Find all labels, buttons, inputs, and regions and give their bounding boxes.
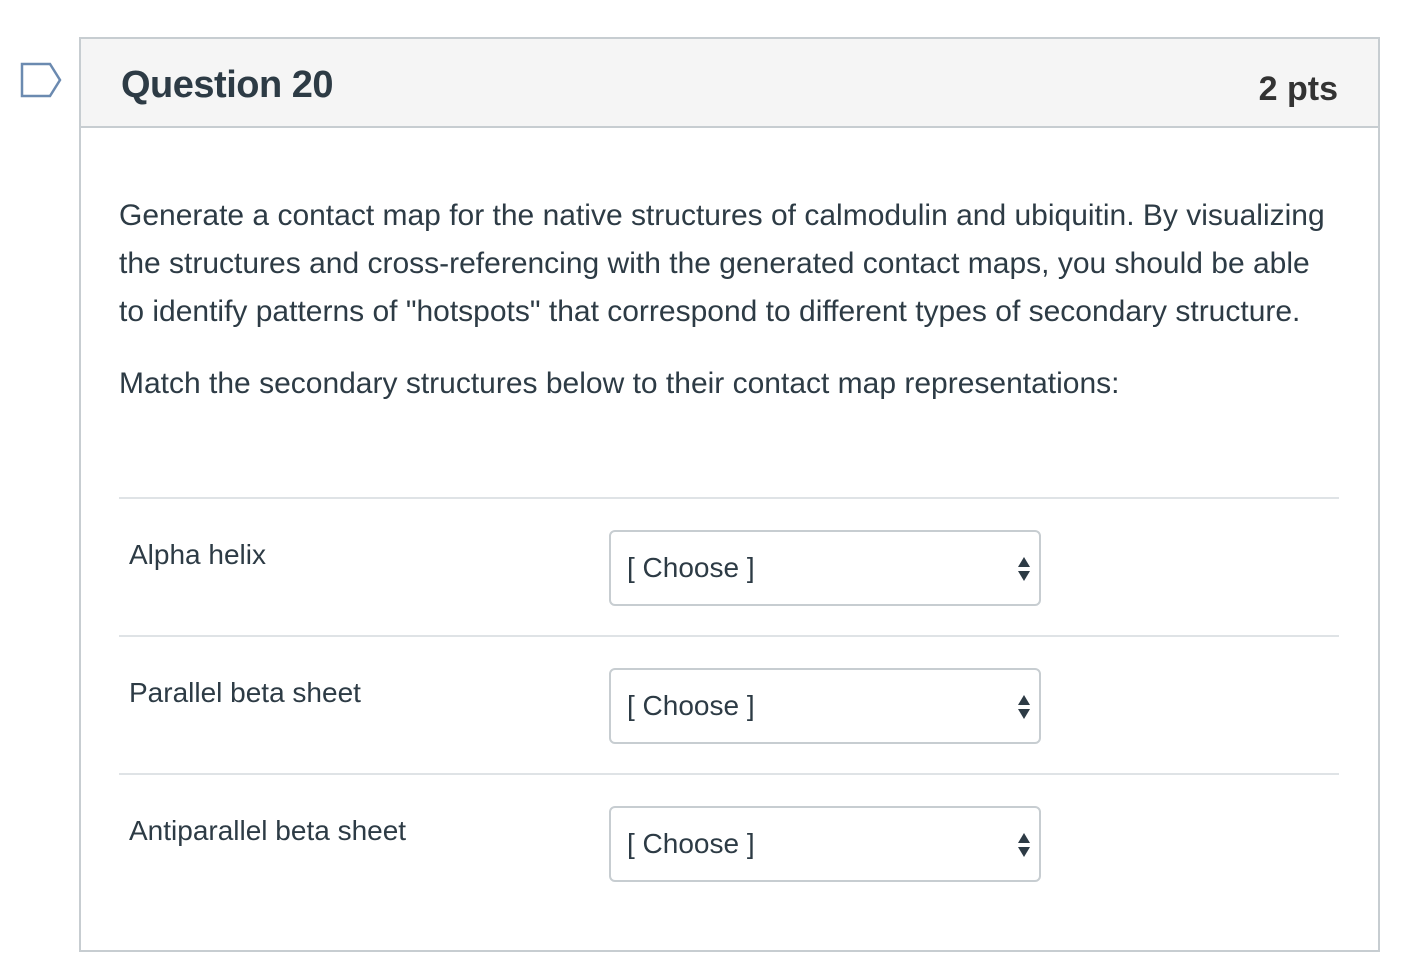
answer-row: Antiparallel beta sheet [ Choose ] xyxy=(119,773,1339,911)
question-text: Generate a contact map for the native st… xyxy=(119,199,1325,328)
answer-label: Alpha helix xyxy=(129,539,266,570)
question-body: Generate a contact map for the native st… xyxy=(119,192,1339,408)
flag-question-icon[interactable] xyxy=(20,62,62,98)
up-down-arrows-icon xyxy=(1018,833,1030,857)
answer-select-dropdown[interactable]: [ Choose ] xyxy=(609,806,1041,882)
question-instruction: Match the secondary structures below to … xyxy=(119,367,1120,400)
select-value: [ Choose ] xyxy=(627,552,755,583)
quiz-page: Question 20 2 pts Generate a contact map… xyxy=(0,0,1414,964)
select-value: [ Choose ] xyxy=(627,690,755,721)
select-value: [ Choose ] xyxy=(627,828,755,859)
answer-select-dropdown[interactable]: [ Choose ] xyxy=(609,530,1041,606)
answer-list: Alpha helix [ Choose ] Parallel beta she… xyxy=(119,497,1339,911)
question-content: Generate a contact map for the native st… xyxy=(79,37,1380,952)
answer-select-dropdown[interactable]: [ Choose ] xyxy=(609,668,1041,744)
answer-label: Antiparallel beta sheet xyxy=(129,815,407,846)
up-down-arrows-icon xyxy=(1018,557,1030,581)
answer-row: Alpha helix [ Choose ] xyxy=(119,497,1339,635)
answer-label: Parallel beta sheet xyxy=(129,677,361,708)
up-down-arrows-icon xyxy=(1018,695,1030,719)
answer-row: Parallel beta sheet [ Choose ] xyxy=(119,635,1339,773)
